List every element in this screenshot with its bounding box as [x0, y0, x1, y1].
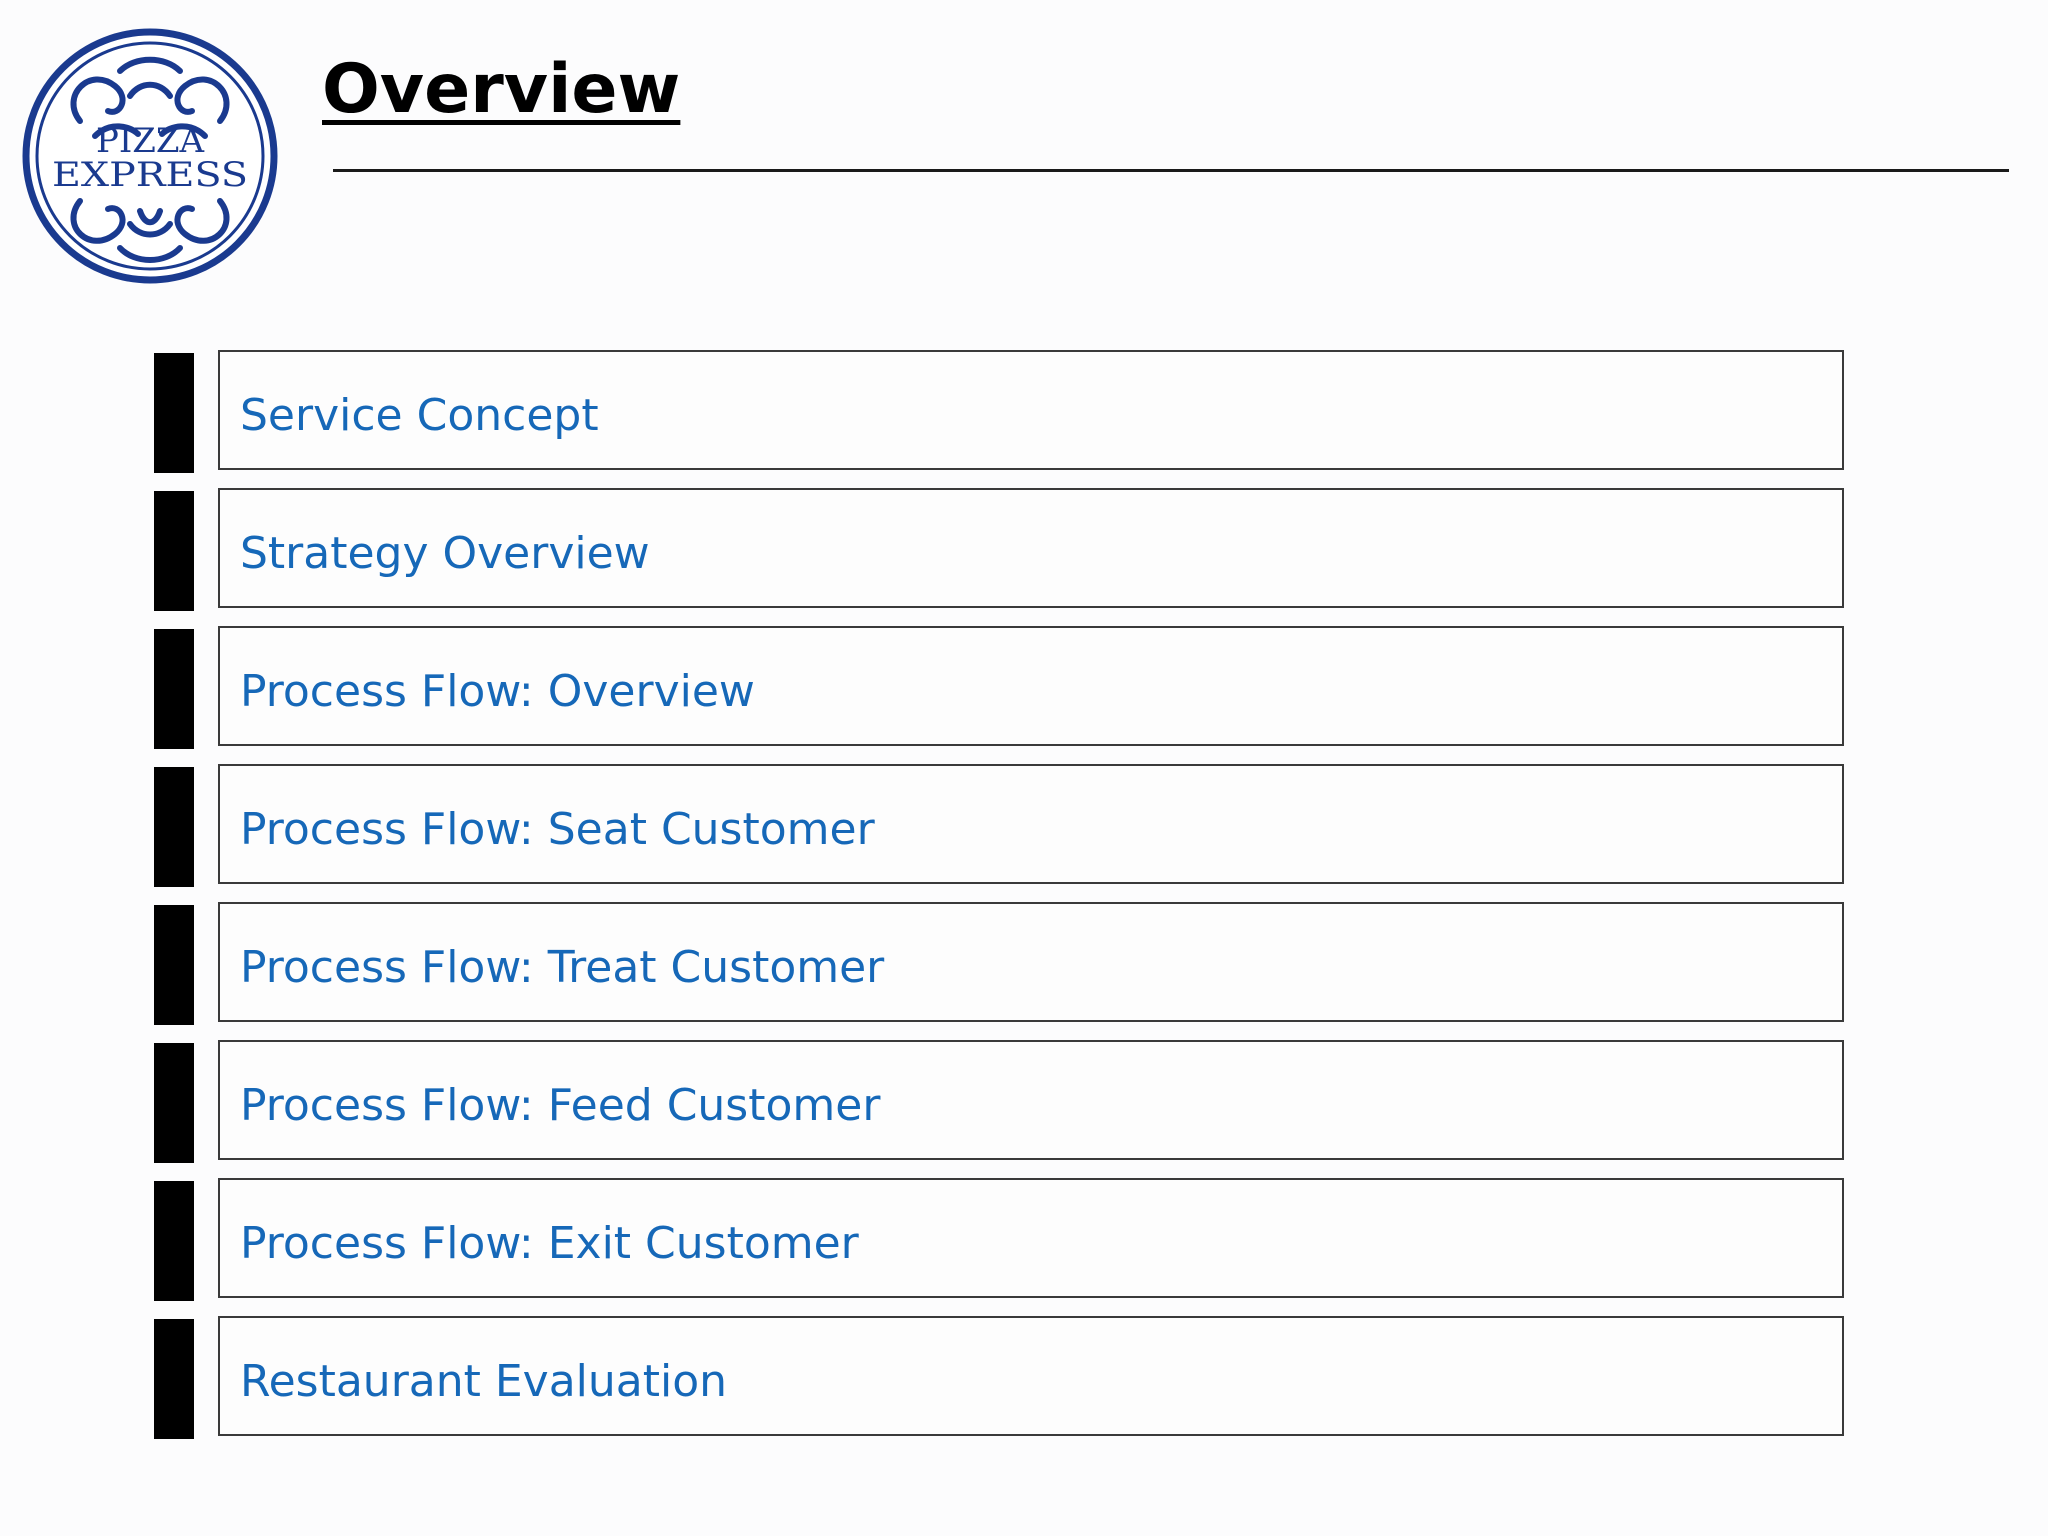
- row-marker: [154, 491, 194, 611]
- menu-item-strategy-overview: Strategy Overview: [154, 488, 1846, 611]
- menu-item-service-concept: Service Concept: [154, 350, 1846, 473]
- row-marker: [154, 1319, 194, 1439]
- row-marker: [154, 1043, 194, 1163]
- menu-item-label: Restaurant Evaluation: [240, 1355, 728, 1407]
- menu-item-label: Strategy Overview: [240, 527, 650, 579]
- menu-item-label: Service Concept: [240, 389, 599, 441]
- menu-item-label: Process Flow: Seat Customer: [240, 803, 875, 855]
- menu-item-label: Process Flow: Treat Customer: [240, 941, 885, 993]
- overview-menu: Service Concept Strategy Overview Proces…: [154, 350, 1846, 1439]
- pizza-express-logo: PIZZA EXPRESS: [22, 28, 278, 284]
- menu-button-restaurant-evaluation[interactable]: Restaurant Evaluation: [218, 1316, 1844, 1436]
- menu-button-exit-customer[interactable]: Process Flow: Exit Customer: [218, 1178, 1844, 1298]
- menu-item-label: Process Flow: Exit Customer: [240, 1217, 859, 1269]
- title-divider: [333, 169, 2009, 172]
- menu-button-feed-customer[interactable]: Process Flow: Feed Customer: [218, 1040, 1844, 1160]
- menu-button-treat-customer[interactable]: Process Flow: Treat Customer: [218, 902, 1844, 1022]
- svg-text:EXPRESS: EXPRESS: [52, 155, 248, 195]
- menu-button-seat-customer[interactable]: Process Flow: Seat Customer: [218, 764, 1844, 884]
- row-marker: [154, 1181, 194, 1301]
- menu-item-seat-customer: Process Flow: Seat Customer: [154, 764, 1846, 887]
- menu-button-strategy-overview[interactable]: Strategy Overview: [218, 488, 1844, 608]
- menu-item-label: Process Flow: Feed Customer: [240, 1079, 881, 1131]
- menu-button-service-concept[interactable]: Service Concept: [218, 350, 1844, 470]
- menu-item-exit-customer: Process Flow: Exit Customer: [154, 1178, 1846, 1301]
- menu-item-treat-customer: Process Flow: Treat Customer: [154, 902, 1846, 1025]
- row-marker: [154, 767, 194, 887]
- page-title: Overview: [322, 50, 681, 129]
- row-marker: [154, 353, 194, 473]
- menu-item-process-flow-overview: Process Flow: Overview: [154, 626, 1846, 749]
- row-marker: [154, 629, 194, 749]
- menu-button-process-flow-overview[interactable]: Process Flow: Overview: [218, 626, 1844, 746]
- row-marker: [154, 905, 194, 1025]
- menu-item-restaurant-evaluation: Restaurant Evaluation: [154, 1316, 1846, 1439]
- menu-item-feed-customer: Process Flow: Feed Customer: [154, 1040, 1846, 1163]
- menu-item-label: Process Flow: Overview: [240, 665, 755, 717]
